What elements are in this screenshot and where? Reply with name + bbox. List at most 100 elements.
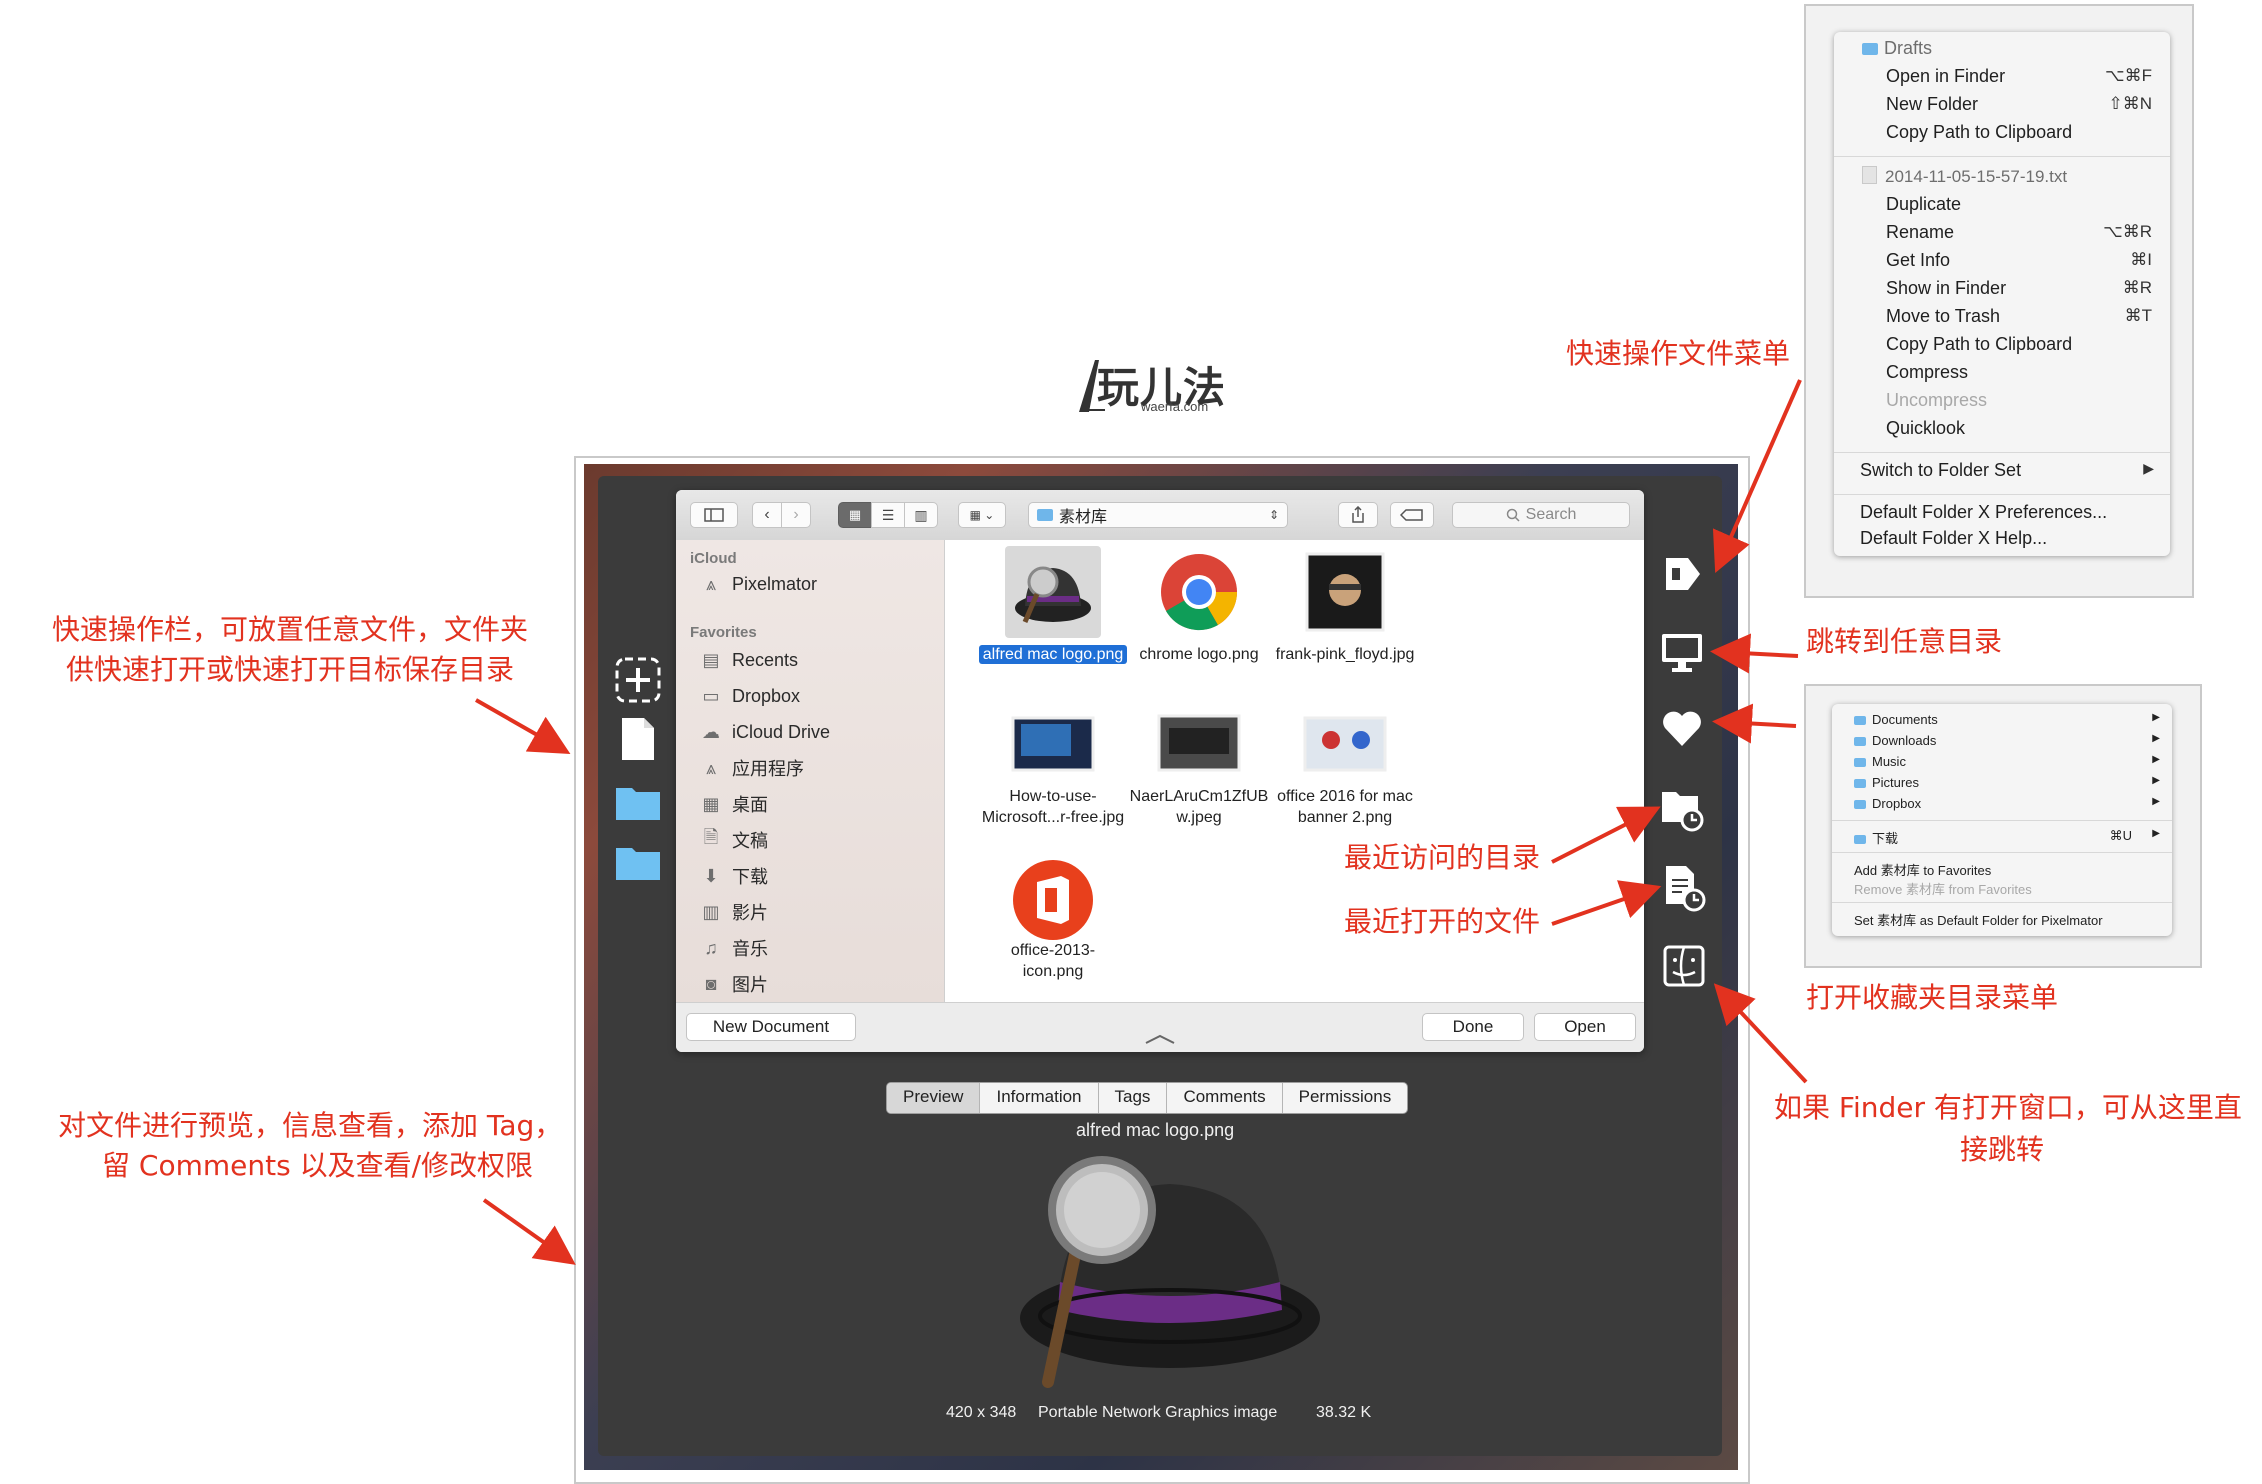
menu-item-quicklook[interactable]: Quicklook bbox=[1886, 418, 1965, 439]
menu-separator bbox=[1832, 902, 2172, 903]
fav-item-documents[interactable]: Documents bbox=[1854, 712, 1938, 727]
sidebar-item-desktop[interactable]: ▦ 桌面 bbox=[698, 790, 768, 818]
submenu-arrow-icon: ▶ bbox=[2143, 460, 2154, 476]
folder-icon bbox=[1854, 835, 1866, 844]
chrome-logo-icon[interactable] bbox=[1157, 550, 1241, 634]
path-popup[interactable]: 素材库 ⇕ bbox=[1028, 502, 1288, 528]
document-file-icon[interactable] bbox=[620, 716, 656, 762]
fav-add-to-favorites[interactable]: Add 素材库 to Favorites bbox=[1854, 860, 1991, 879]
sidebar-item-documents[interactable]: 🗎 文稿 bbox=[698, 826, 768, 854]
image-thumbnail-icon[interactable] bbox=[1303, 550, 1387, 634]
column-view-button[interactable]: ▥ bbox=[904, 502, 938, 528]
fav-item-downloads[interactable]: Downloads bbox=[1854, 733, 1936, 748]
fav-item-music[interactable]: Music bbox=[1854, 754, 1906, 769]
fav-remove-from-favorites: Remove 素材库 from Favorites bbox=[1854, 882, 2032, 897]
folder-shortcut-icon[interactable] bbox=[614, 782, 662, 822]
inspector-tabs: Preview Information Tags Comments Permis… bbox=[886, 1082, 1409, 1114]
fav-item-label: Downloads bbox=[1872, 733, 1937, 748]
sidebar-item-downloads[interactable]: ⬇ 下载 bbox=[698, 862, 768, 890]
menu-item-rename[interactable]: Rename bbox=[1886, 222, 1954, 243]
office-logo-icon[interactable] bbox=[1011, 858, 1095, 942]
folder-icon bbox=[1854, 737, 1866, 746]
back-button[interactable]: ‹ bbox=[752, 502, 782, 528]
recent-files-icon[interactable] bbox=[1662, 864, 1708, 912]
menu-item-open-in-finder[interactable]: Open in Finder bbox=[1886, 66, 2005, 87]
alfred-hat-icon[interactable] bbox=[1011, 550, 1095, 634]
file-item[interactable]: office-2013- icon.png bbox=[958, 940, 1148, 982]
sidebar-item-label: 应用程序 bbox=[732, 759, 804, 779]
menu-item-uncompress: Uncompress bbox=[1886, 390, 1988, 410]
arrange-button[interactable]: ▦ ⌄ bbox=[958, 502, 1006, 528]
tab-tags[interactable]: Tags bbox=[1099, 1083, 1168, 1113]
folder-icon bbox=[1862, 43, 1878, 55]
sidebar-item-music[interactable]: ♫ 音乐 bbox=[698, 934, 768, 962]
image-thumbnail-icon[interactable] bbox=[1157, 708, 1241, 778]
tab-comments[interactable]: Comments bbox=[1167, 1083, 1283, 1113]
add-item-icon[interactable] bbox=[614, 656, 662, 704]
grid-icon: ▦ bbox=[848, 507, 862, 522]
menu-item-copy-path-folder[interactable]: Copy Path to Clipboard bbox=[1886, 122, 2072, 143]
fav-set-default-folder[interactable]: Set 素材库 as Default Folder for Pixelmator bbox=[1854, 910, 2103, 929]
tag-button[interactable] bbox=[1390, 502, 1434, 528]
file-name-line1: office 2016 for mac bbox=[1277, 788, 1413, 805]
menu-item-preferences[interactable]: Default Folder X Preferences... bbox=[1860, 502, 2107, 523]
heart-favorites-icon[interactable] bbox=[1660, 708, 1704, 748]
fav-item-dropbox[interactable]: Dropbox bbox=[1854, 796, 1921, 811]
menu-shortcut: ⌘U bbox=[2109, 828, 2132, 843]
recent-folders-icon[interactable] bbox=[1660, 786, 1706, 832]
file-item[interactable]: office 2016 for mac banner 2.png bbox=[1250, 786, 1440, 828]
fav-item-downloads-cn[interactable]: 下载 bbox=[1854, 828, 1898, 847]
menu-item-compress[interactable]: Compress bbox=[1886, 362, 1968, 383]
sidebar-item-recents[interactable]: ▤ Recents bbox=[698, 646, 798, 674]
menu-item-show-in-finder[interactable]: Show in Finder bbox=[1886, 278, 2006, 299]
new-document-button[interactable]: New Document bbox=[686, 1013, 856, 1041]
sidebar-item-label: 桌面 bbox=[732, 795, 768, 815]
computer-monitor-icon[interactable] bbox=[1660, 630, 1704, 674]
folder-shortcut-icon-2[interactable] bbox=[614, 842, 662, 882]
menu-item-help[interactable]: Default Folder X Help... bbox=[1860, 528, 2047, 549]
open-button[interactable]: Open bbox=[1534, 1013, 1636, 1041]
tag-label-icon[interactable] bbox=[1660, 552, 1704, 596]
tab-information[interactable]: Information bbox=[980, 1083, 1099, 1113]
done-button[interactable]: Done bbox=[1422, 1013, 1524, 1041]
submenu-arrow-icon: ▶ bbox=[2152, 796, 2160, 807]
tab-permissions[interactable]: Permissions bbox=[1283, 1083, 1408, 1113]
folder-icon bbox=[1854, 779, 1866, 788]
sidebar-item-pixelmator[interactable]: ⩓ Pixelmator bbox=[698, 570, 817, 598]
app-icon: ⩓ bbox=[705, 757, 717, 778]
folder-icon bbox=[1854, 716, 1866, 725]
menu-shortcut: ⌥⌘F bbox=[2105, 66, 2152, 85]
menu-item-copy-path-file[interactable]: Copy Path to Clipboard bbox=[1886, 334, 2072, 355]
sidebar-item-dropbox[interactable]: ▭ Dropbox bbox=[698, 682, 800, 710]
image-thumbnail-icon[interactable] bbox=[1303, 708, 1387, 778]
forward-button[interactable]: › bbox=[781, 502, 811, 528]
image-thumbnail-icon[interactable] bbox=[1011, 708, 1095, 778]
file-name-line2: icon.png bbox=[1022, 963, 1084, 980]
sidebar-item-pictures[interactable]: ◙ 图片 bbox=[698, 970, 768, 998]
menu-item-get-info[interactable]: Get Info bbox=[1886, 250, 1950, 271]
file-name-line2: banner 2.png bbox=[1297, 809, 1393, 826]
menu-item-switch-folder-set[interactable]: Switch to Folder Set bbox=[1860, 460, 2021, 481]
sidebar-item-icloud-drive[interactable]: ☁ iCloud Drive bbox=[698, 718, 830, 746]
finder-icon[interactable] bbox=[1662, 944, 1706, 988]
fav-item-pictures[interactable]: Pictures bbox=[1854, 775, 1919, 790]
tab-preview[interactable]: Preview bbox=[887, 1083, 981, 1113]
sidebar-toggle-button[interactable] bbox=[690, 502, 738, 528]
menu-item-new-folder[interactable]: New Folder bbox=[1886, 94, 1978, 115]
share-button[interactable] bbox=[1338, 502, 1378, 528]
collapse-chevron-icon[interactable] bbox=[1142, 1033, 1178, 1045]
menu-item-move-to-trash[interactable]: Move to Trash bbox=[1886, 306, 2000, 327]
sidebar-item-movies[interactable]: ▥ 影片 bbox=[698, 898, 768, 926]
sidebar-header-favorites: Favorites bbox=[690, 624, 757, 641]
sidebar-item-applications[interactable]: ⩓ 应用程序 bbox=[698, 754, 804, 782]
search-field[interactable]: Search bbox=[1452, 502, 1630, 528]
callout-finder-2: 接跳转 bbox=[1960, 1133, 2045, 1166]
menu-item-duplicate[interactable]: Duplicate bbox=[1886, 194, 1961, 215]
icon-view-button[interactable]: ▦ bbox=[838, 502, 872, 528]
file-item[interactable]: frank-pink_floyd.jpg bbox=[1250, 644, 1440, 665]
logo-domain: waerfa.com bbox=[1141, 399, 1209, 414]
list-view-button[interactable]: ☰ bbox=[871, 502, 905, 528]
folder-icon: ▭ bbox=[702, 685, 720, 706]
preview-file-name: alfred mac logo.png bbox=[1076, 1120, 1235, 1140]
sidebar-item-label: Recents bbox=[732, 649, 799, 670]
